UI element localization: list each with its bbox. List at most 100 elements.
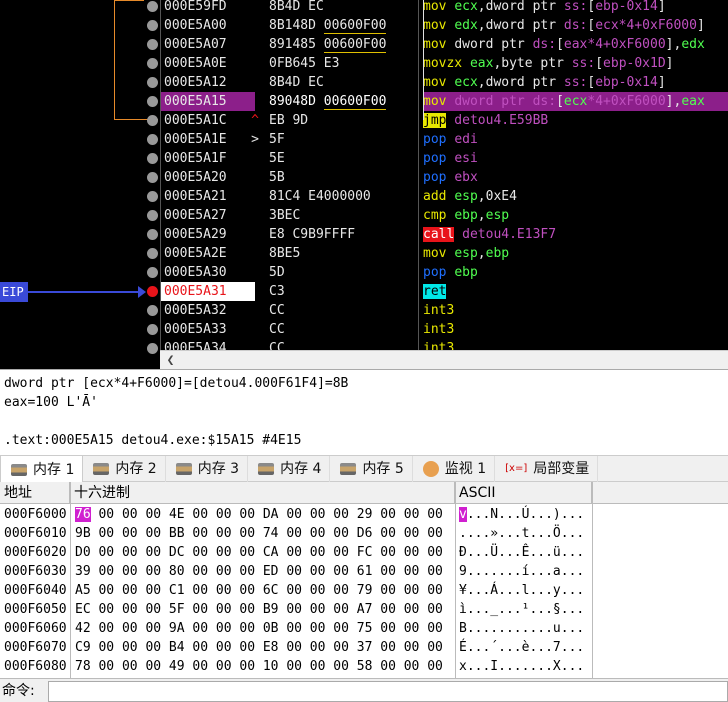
- breakpoint-dot-icon[interactable]: [147, 305, 158, 316]
- disasm-bytes: 5D: [269, 263, 419, 282]
- tab-locals-7[interactable]: [x=] 局部变量: [495, 456, 599, 482]
- breakpoint-dot-icon[interactable]: [147, 324, 158, 335]
- disasm-row[interactable]: 000E59FD 8B4D EC mov ecx,dword ptr ss:[ebp…: [0, 0, 728, 16]
- breakpoint-dot-icon[interactable]: [147, 286, 158, 297]
- instruction-token: ]: [657, 75, 666, 90]
- breakpoint-dot-icon[interactable]: [147, 1, 158, 12]
- disasm-bytes-text: 81C4 E4000000: [269, 189, 371, 204]
- disasm-row[interactable]: 000E5A20 5B pop ebx: [0, 168, 728, 187]
- dump-row[interactable]: 000F6010 9B 00 00 00 BB 00 00 00 74 00 00…: [0, 524, 728, 543]
- dump-row[interactable]: 000F6040 A5 00 00 00 C1 00 00 00 6C 00 00…: [0, 581, 728, 600]
- dump-row[interactable]: 000F6080 78 00 00 00 49 00 00 00 10 00 00…: [0, 657, 728, 676]
- instruction-token: eax: [469, 56, 494, 71]
- instruction-token: ],: [665, 94, 682, 109]
- disasm-row[interactable]: 000E5A12 8B4D EC mov ecx,dword ptr ss:[ebp…: [0, 73, 728, 92]
- breakpoint-dot-icon[interactable]: [147, 210, 158, 221]
- disasm-row[interactable]: 000E5A30 5D pop ebp: [0, 263, 728, 282]
- column-header-hex[interactable]: 十六进制: [70, 482, 455, 504]
- disassembly-view[interactable]: 000E59FD 8B4D EC mov ecx,dword ptr ss:[ebp…: [0, 0, 728, 369]
- instruction-token: pop: [423, 132, 455, 147]
- column-separator: [418, 0, 419, 350]
- breakpoint-dot-icon[interactable]: [147, 248, 158, 259]
- horizontal-scrollbar[interactable]: ❮: [160, 350, 728, 369]
- disasm-bytes: 5F: [269, 130, 419, 149]
- disasm-address: 000E5A07: [164, 37, 227, 52]
- disasm-row[interactable]: 000E5A1E >5F pop edi: [0, 130, 728, 149]
- disasm-row[interactable]: 000E5A33 CC int3: [0, 320, 728, 339]
- disasm-row[interactable]: 000E5A29 E8 C9B9FFFF call detou4.E13F7: [0, 225, 728, 244]
- column-header-address[interactable]: 地址: [0, 482, 70, 504]
- instruction-token: call: [423, 227, 455, 242]
- disasm-row[interactable]: 000E5A00 8B148D 00600F00 mov edx,dword ptr…: [0, 16, 728, 35]
- disasm-address: 000E5A1E: [164, 132, 227, 147]
- breakpoint-dot-icon[interactable]: [147, 115, 158, 126]
- dump-address: 000F6070: [4, 640, 67, 655]
- disasm-instruction: movzx eax,byte ptr ss:[ebp-0x1D]: [423, 54, 728, 73]
- disasm-bytes-text: 8B4D EC: [269, 0, 324, 14]
- tab-memory-1[interactable]: 内存 1: [0, 456, 84, 483]
- disasm-address: 000E5A00: [164, 18, 227, 33]
- disasm-row[interactable]: 000E5A0E 0FB645 E3 movzx eax,byte ptr ss:[…: [0, 54, 728, 73]
- disasm-row[interactable]: 000E5A21 81C4 E4000000 add esp,0xE4: [0, 187, 728, 206]
- disasm-instruction: pop edi: [423, 130, 728, 149]
- memory-dump[interactable]: 地址 十六进制 ASCII 000F6000 76 00 00 00 4E 00 …: [0, 482, 728, 678]
- hex-group: D0 00 00 00: [75, 545, 162, 560]
- dump-row[interactable]: 000F6070 C9 00 00 00 B4 00 00 00 E8 00 00…: [0, 638, 728, 657]
- disasm-instruction: int3: [423, 320, 728, 339]
- dump-row[interactable]: 000F6030 39 00 00 00 80 00 00 00 ED 00 00…: [0, 562, 728, 581]
- disasm-instruction: cmp ebp,esp: [423, 206, 728, 225]
- breakpoint-dot-icon[interactable]: [147, 267, 158, 278]
- tab-watch-6[interactable]: 监视 1: [413, 456, 496, 482]
- command-input[interactable]: [48, 681, 728, 702]
- disasm-bytes-text: C3: [269, 284, 285, 299]
- hex-group: FC 00 00 00: [356, 545, 443, 560]
- disasm-row[interactable]: 000E5A1C ^ EB 9D jmp detou4.E59BB: [0, 111, 728, 130]
- breakpoint-dot-icon[interactable]: [147, 229, 158, 240]
- disasm-bytes-text: 89048D: [269, 94, 324, 109]
- dump-address: 000F6080: [4, 659, 67, 674]
- column-header-ascii[interactable]: ASCII: [455, 482, 592, 504]
- scroll-left-icon[interactable]: ❮: [162, 352, 179, 369]
- disasm-row[interactable]: 000E5A27 3BEC cmp ebp,esp: [0, 206, 728, 225]
- breakpoint-dot-icon[interactable]: [147, 96, 158, 107]
- info-line: dword ptr [ecx*4+F6000]=[detou4.000F61F4…: [4, 376, 349, 391]
- disasm-row[interactable]: 000E5A32 CC int3: [0, 301, 728, 320]
- disasm-bytes: 5E: [269, 149, 419, 168]
- disasm-bytes-text: 5B: [269, 170, 285, 185]
- breakpoint-dot-icon[interactable]: [147, 77, 158, 88]
- disasm-address: 000E5A15: [160, 92, 255, 111]
- selected-char: v: [459, 507, 467, 522]
- instruction-token: ],: [665, 37, 682, 52]
- dump-row[interactable]: 000F6020 D0 00 00 00 DC 00 00 00 CA 00 00…: [0, 543, 728, 562]
- instruction-token: ,byte ptr: [493, 56, 572, 71]
- breakpoint-dot-icon[interactable]: [147, 58, 158, 69]
- breakpoint-dot-icon[interactable]: [147, 153, 158, 164]
- breakpoint-dot-icon[interactable]: [147, 134, 158, 145]
- tab-memory-3[interactable]: 内存 3: [166, 456, 249, 482]
- tab-memory-2[interactable]: 内存 2: [83, 456, 166, 482]
- info-line: .text:000E5A15 detou4.exe:$15A15 #4E15: [4, 433, 302, 448]
- disasm-bytes: 5B: [269, 168, 419, 187]
- disasm-row[interactable]: 000E5A15 89048D 00600F00 mov dword ptr ds:…: [0, 92, 728, 111]
- dump-row[interactable]: 000F6050 EC 00 00 00 5F 00 00 00 B9 00 00…: [0, 600, 728, 619]
- instruction-token: ,: [477, 246, 486, 261]
- disasm-row[interactable]: 000E5A07 891485 00600F00 mov dword ptr ds:…: [0, 35, 728, 54]
- hex-group: B4 00 00 00: [168, 640, 256, 655]
- hex-group: 29 00 00 00: [356, 507, 443, 522]
- tab-memory-5[interactable]: 内存 5: [330, 456, 413, 482]
- breakpoint-dot-icon[interactable]: [147, 20, 158, 31]
- breakpoint-dot-icon[interactable]: [147, 172, 158, 183]
- dump-ascii: v...N...Ú...)...: [459, 507, 585, 522]
- disasm-bytes: EB 9D: [269, 111, 419, 130]
- disasm-instruction: mov ecx,dword ptr ss:[ebp-0x14]: [423, 73, 728, 92]
- breakpoint-dot-icon[interactable]: [147, 39, 158, 50]
- breakpoint-dot-icon[interactable]: [147, 343, 158, 354]
- disasm-row[interactable]: 000E5A1F 5E pop esi: [0, 149, 728, 168]
- dump-row[interactable]: 000F6060 42 00 00 00 9A 00 00 00 0B 00 00…: [0, 619, 728, 638]
- tab-memory-4[interactable]: 内存 4: [248, 456, 331, 482]
- breakpoint-dot-icon[interactable]: [147, 191, 158, 202]
- instruction-token: ebp-0x14: [595, 0, 658, 14]
- hex-group: 10 00 00 00: [262, 659, 349, 674]
- dump-row[interactable]: 000F6000 76 00 00 00 4E 00 00 00 DA 00 00…: [0, 505, 728, 524]
- disasm-row[interactable]: 000E5A2E 8BE5 mov esp,ebp: [0, 244, 728, 263]
